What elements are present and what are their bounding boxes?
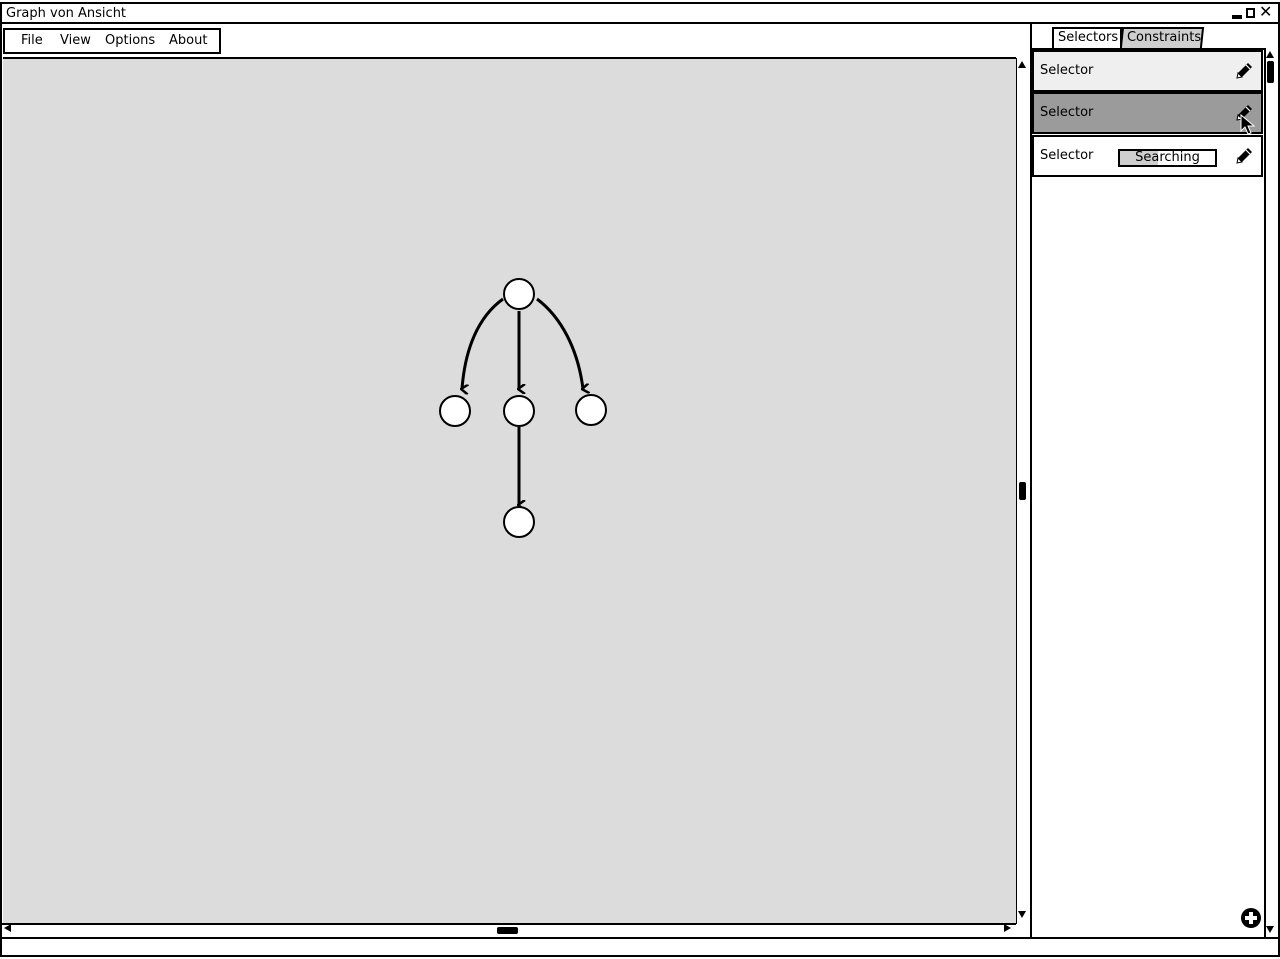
search-progress-bar: Searching — [1118, 149, 1217, 167]
maximize-icon[interactable] — [1246, 8, 1255, 18]
menu-file[interactable]: File — [21, 33, 43, 49]
close-icon[interactable]: ✕ — [1259, 3, 1272, 21]
tab-selectors-label: Selectors — [1058, 30, 1119, 45]
selector-label: Selector — [1040, 148, 1094, 163]
edge-root-left — [462, 297, 504, 389]
scroll-up-icon[interactable] — [1018, 61, 1026, 68]
menu-view[interactable]: View — [60, 33, 91, 49]
edge-root-right — [536, 297, 583, 389]
status-bar — [2, 937, 1278, 955]
mouse-cursor-icon — [1240, 113, 1256, 135]
scroll-down-icon[interactable] — [1266, 926, 1274, 933]
graph-canvas[interactable] — [3, 57, 1016, 923]
menu-options[interactable]: Options — [105, 33, 155, 49]
graph-view — [439, 278, 607, 538]
graph-node-left-child[interactable] — [439, 395, 471, 427]
selector-row-selected[interactable]: Selector — [1032, 92, 1263, 134]
tab-selectors[interactable]: Selectors — [1052, 27, 1122, 48]
progress-label: Searching — [1135, 150, 1200, 165]
graph-node-right-child[interactable] — [575, 394, 607, 426]
graph-node-grandchild[interactable] — [503, 506, 535, 538]
panel-scroll-thumb[interactable] — [1267, 61, 1274, 83]
selector-label: Selector — [1040, 105, 1094, 120]
horizontal-scroll-thumb[interactable] — [497, 927, 518, 934]
add-selector-icon[interactable] — [1241, 908, 1261, 928]
selector-list — [1032, 48, 1264, 937]
selector-row-searching[interactable]: Selector Searching — [1032, 135, 1263, 177]
selector-row[interactable]: Selector — [1032, 50, 1263, 92]
graph-node-middle-child[interactable] — [503, 395, 535, 427]
menu-bar: File View Options About — [3, 28, 221, 54]
pencil-icon[interactable] — [1233, 60, 1255, 82]
graph-node-root[interactable] — [503, 278, 535, 310]
scroll-right-icon[interactable] — [1004, 924, 1011, 932]
scroll-up-icon[interactable] — [1266, 51, 1274, 58]
title-bar — [2, 4, 1278, 24]
window-title: Graph von Ansicht — [6, 6, 127, 21]
scroll-left-icon[interactable] — [4, 924, 11, 932]
vertical-scroll-thumb[interactable] — [1019, 482, 1026, 500]
menu-about[interactable]: About — [169, 33, 207, 49]
tab-constraints-label: Constraints — [1126, 30, 1202, 45]
tab-constraints[interactable]: Constraints — [1119, 27, 1205, 48]
minimize-icon[interactable] — [1232, 15, 1242, 19]
panel-vertical-scrollbar[interactable] — [1264, 48, 1278, 937]
scroll-down-icon[interactable] — [1018, 911, 1026, 918]
pencil-icon[interactable] — [1233, 145, 1255, 167]
selector-label: Selector — [1040, 63, 1094, 78]
